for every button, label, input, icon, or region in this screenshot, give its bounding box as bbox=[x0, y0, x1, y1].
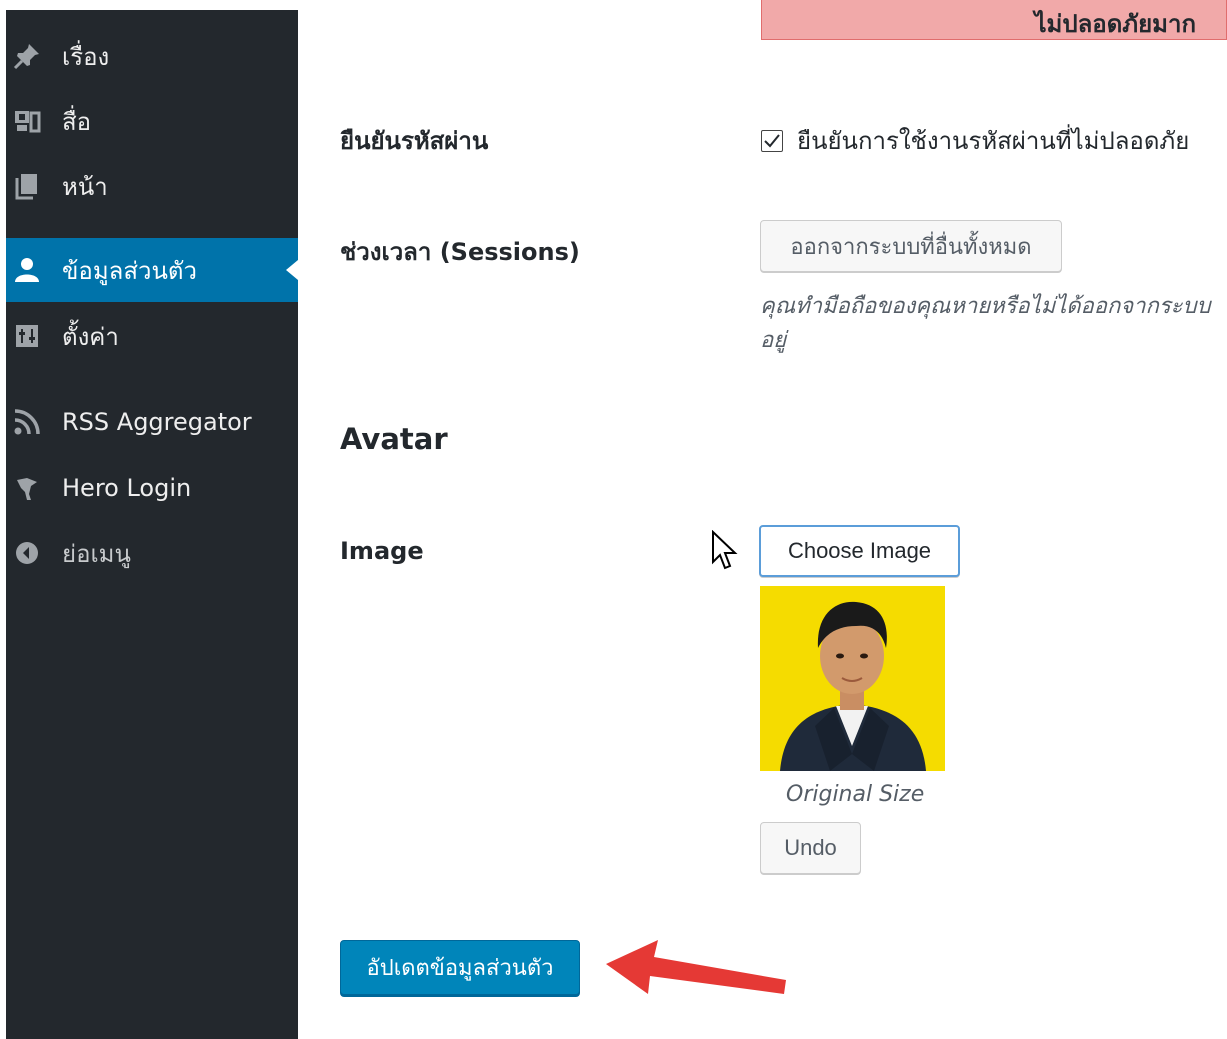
sidebar-item-label: ตั้งค่า bbox=[62, 322, 119, 351]
user-icon bbox=[12, 255, 42, 285]
sessions-description: คุณทำมือถือของคุณหายหรือไม่ได้ออกจากระบบ… bbox=[760, 290, 1227, 358]
profile-form: ไม่ปลอดภัยมาก ยืนยันรหัสผ่าน ยืนยันการใช… bbox=[298, 0, 1227, 1039]
confirm-password-label: ยืนยันรหัสผ่าน bbox=[340, 127, 489, 155]
sidebar-item-media[interactable]: สื่อ bbox=[6, 89, 298, 153]
sidebar-item-pages[interactable]: หน้า bbox=[6, 154, 298, 218]
sidebar-item-label: Hero Login bbox=[62, 474, 192, 502]
update-profile-button[interactable]: อัปเดตข้อมูลส่วนตัว bbox=[340, 940, 580, 995]
sidebar-item-profile[interactable]: ข้อมูลส่วนตัว bbox=[6, 238, 298, 302]
password-strength-text: ไม่ปลอดภัยมาก bbox=[1034, 10, 1196, 38]
avatar-caption: Original Size bbox=[786, 782, 925, 807]
confirm-weak-password-row: ยืนยันการใช้งานรหัสผ่านที่ไม่ปลอดภัย bbox=[761, 121, 1227, 160]
confirm-weak-password-text: ยืนยันการใช้งานรหัสผ่านที่ไม่ปลอดภัย bbox=[797, 127, 1190, 155]
admin-sidebar: เรื่อง สื่อ หน้า ข้อมูลส่วนตัว ตั้งค่า R… bbox=[6, 10, 298, 1039]
sidebar-item-label: ย่อเมนู bbox=[62, 539, 131, 568]
page-icon bbox=[12, 171, 42, 201]
media-icon bbox=[12, 106, 42, 136]
log-out-everywhere-button[interactable]: ออกจากระบบที่อื่นทั้งหมด bbox=[760, 220, 1062, 272]
rss-icon bbox=[12, 407, 42, 437]
avatar-heading: Avatar bbox=[340, 422, 448, 456]
mouse-cursor-icon bbox=[712, 530, 738, 570]
sidebar-item-label: สื่อ bbox=[62, 107, 92, 136]
sessions-label: ช่วงเวลา (Sessions) bbox=[340, 238, 580, 266]
sidebar-item-label: หน้า bbox=[62, 172, 108, 201]
password-strength-indicator: ไม่ปลอดภัยมาก bbox=[761, 0, 1227, 40]
sidebar-item-rss[interactable]: RSS Aggregator bbox=[6, 390, 298, 454]
sessions-description-line2: อยู่ bbox=[760, 328, 787, 354]
collapse-icon bbox=[12, 538, 42, 568]
avatar-image bbox=[760, 586, 945, 771]
image-label: Image bbox=[340, 537, 424, 565]
settings-icon bbox=[12, 321, 42, 351]
sidebar-item-label: ข้อมูลส่วนตัว bbox=[62, 256, 197, 285]
sidebar-item-label: เรื่อง bbox=[62, 42, 110, 71]
sidebar-collapse-menu[interactable]: ย่อเมนู bbox=[6, 521, 298, 585]
sidebar-item-posts[interactable]: เรื่อง bbox=[6, 24, 298, 88]
hero-icon bbox=[12, 473, 42, 503]
choose-image-button[interactable]: Choose Image bbox=[759, 525, 960, 577]
undo-button[interactable]: Undo bbox=[760, 822, 861, 874]
sessions-description-line1: คุณทำมือถือของคุณหายหรือไม่ได้ออกจากระบบ bbox=[760, 294, 1211, 319]
sidebar-item-settings[interactable]: ตั้งค่า bbox=[6, 304, 298, 368]
checkmark-icon bbox=[764, 133, 780, 147]
sidebar-item-label: RSS Aggregator bbox=[62, 408, 252, 436]
annotation-arrow-icon bbox=[606, 940, 786, 994]
pin-icon bbox=[12, 41, 42, 71]
confirm-weak-password-checkbox[interactable] bbox=[761, 129, 783, 152]
sidebar-item-hero-login[interactable]: Hero Login bbox=[6, 456, 298, 520]
